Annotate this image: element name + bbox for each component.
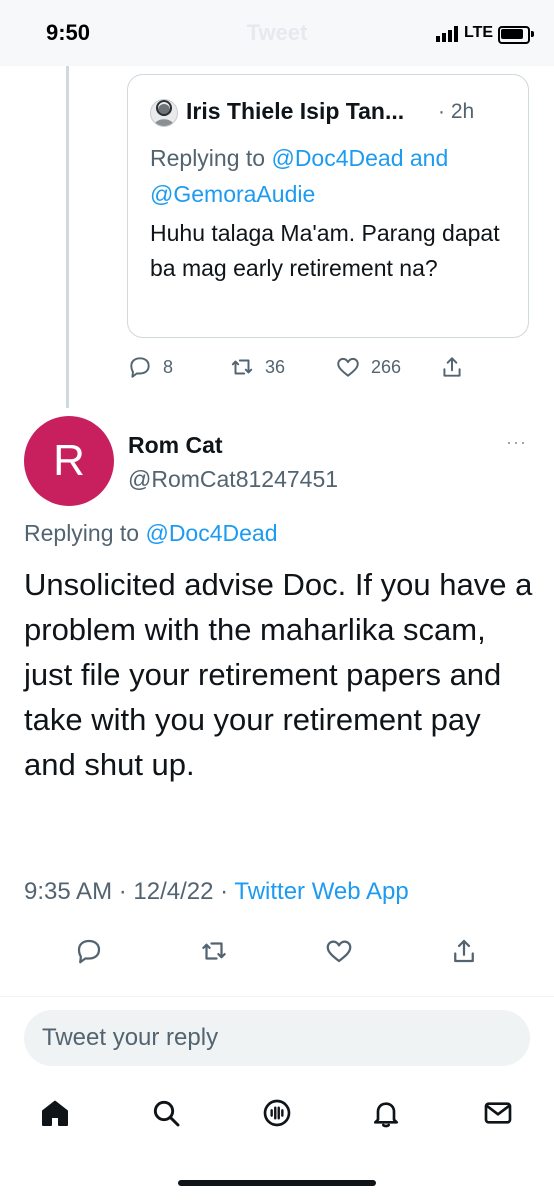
parent-timestamp: · 2h [438,100,475,123]
thread-connector [66,66,69,408]
tweet-timestamp: 9:35 AM · 12/4/22 · [24,878,235,905]
search-icon[interactable] [150,1097,182,1129]
parent-tweet-text: Huhu talaga Ma'am. Parang dapat ba mag e… [150,220,500,281]
mention-link[interactable]: @Doc4Dead [271,145,403,171]
reply-input[interactable] [24,1010,530,1066]
reply-icon[interactable] [74,936,104,966]
parent-avatar[interactable] [150,99,178,127]
carrier-label: LTE [464,24,494,41]
share-icon[interactable] [449,936,479,966]
person-avatar-icon [154,100,174,126]
author-name[interactable]: Rom Cat [128,432,223,459]
retweet-icon[interactable] [229,354,255,380]
divider [0,996,554,997]
reply-count: 8 [163,357,174,377]
notifications-icon[interactable] [370,1097,402,1129]
home-icon[interactable] [39,1097,71,1129]
tweet-source[interactable]: Twitter Web App [234,878,408,905]
tweet-meta: 9:35 AM · 12/4/22 · Twitter Web App [24,878,409,906]
replying-to: Replying to @Doc4Dead [24,520,278,547]
share-icon[interactable] [439,354,465,380]
spaces-icon[interactable] [261,1097,293,1129]
tweet-text: Unsolicited advise Doc. If you have a pr… [24,567,533,782]
mention-link[interactable]: @Doc4Dead [145,520,277,546]
replying-and: and [403,145,449,171]
battery-level [501,29,523,39]
signal-icon [436,26,458,42]
parent-author-name[interactable]: Iris Thiele Isip Tan... [186,98,404,125]
author-handle[interactable]: @RomCat81247451 [128,466,338,493]
avatar[interactable]: R [24,416,114,506]
retweet-icon[interactable] [199,936,229,966]
like-icon[interactable] [335,354,361,380]
mention-link[interactable]: @GemoraAudie [150,181,315,207]
replying-prefix: Replying to [24,520,146,546]
replying-prefix: Replying to [150,145,272,171]
home-indicator [178,1180,376,1186]
messages-icon[interactable] [482,1097,514,1129]
like-icon[interactable] [324,936,354,966]
status-time: 9:50 [46,20,91,45]
retweet-count: 36 [265,357,286,377]
reply-icon[interactable] [127,354,153,380]
like-count: 266 [371,357,402,377]
battery-tip [531,31,534,37]
parent-replying-to: Replying to @Doc4Dead and @GemoraAudie [150,140,510,212]
more-options-icon[interactable]: ··· [506,432,527,453]
